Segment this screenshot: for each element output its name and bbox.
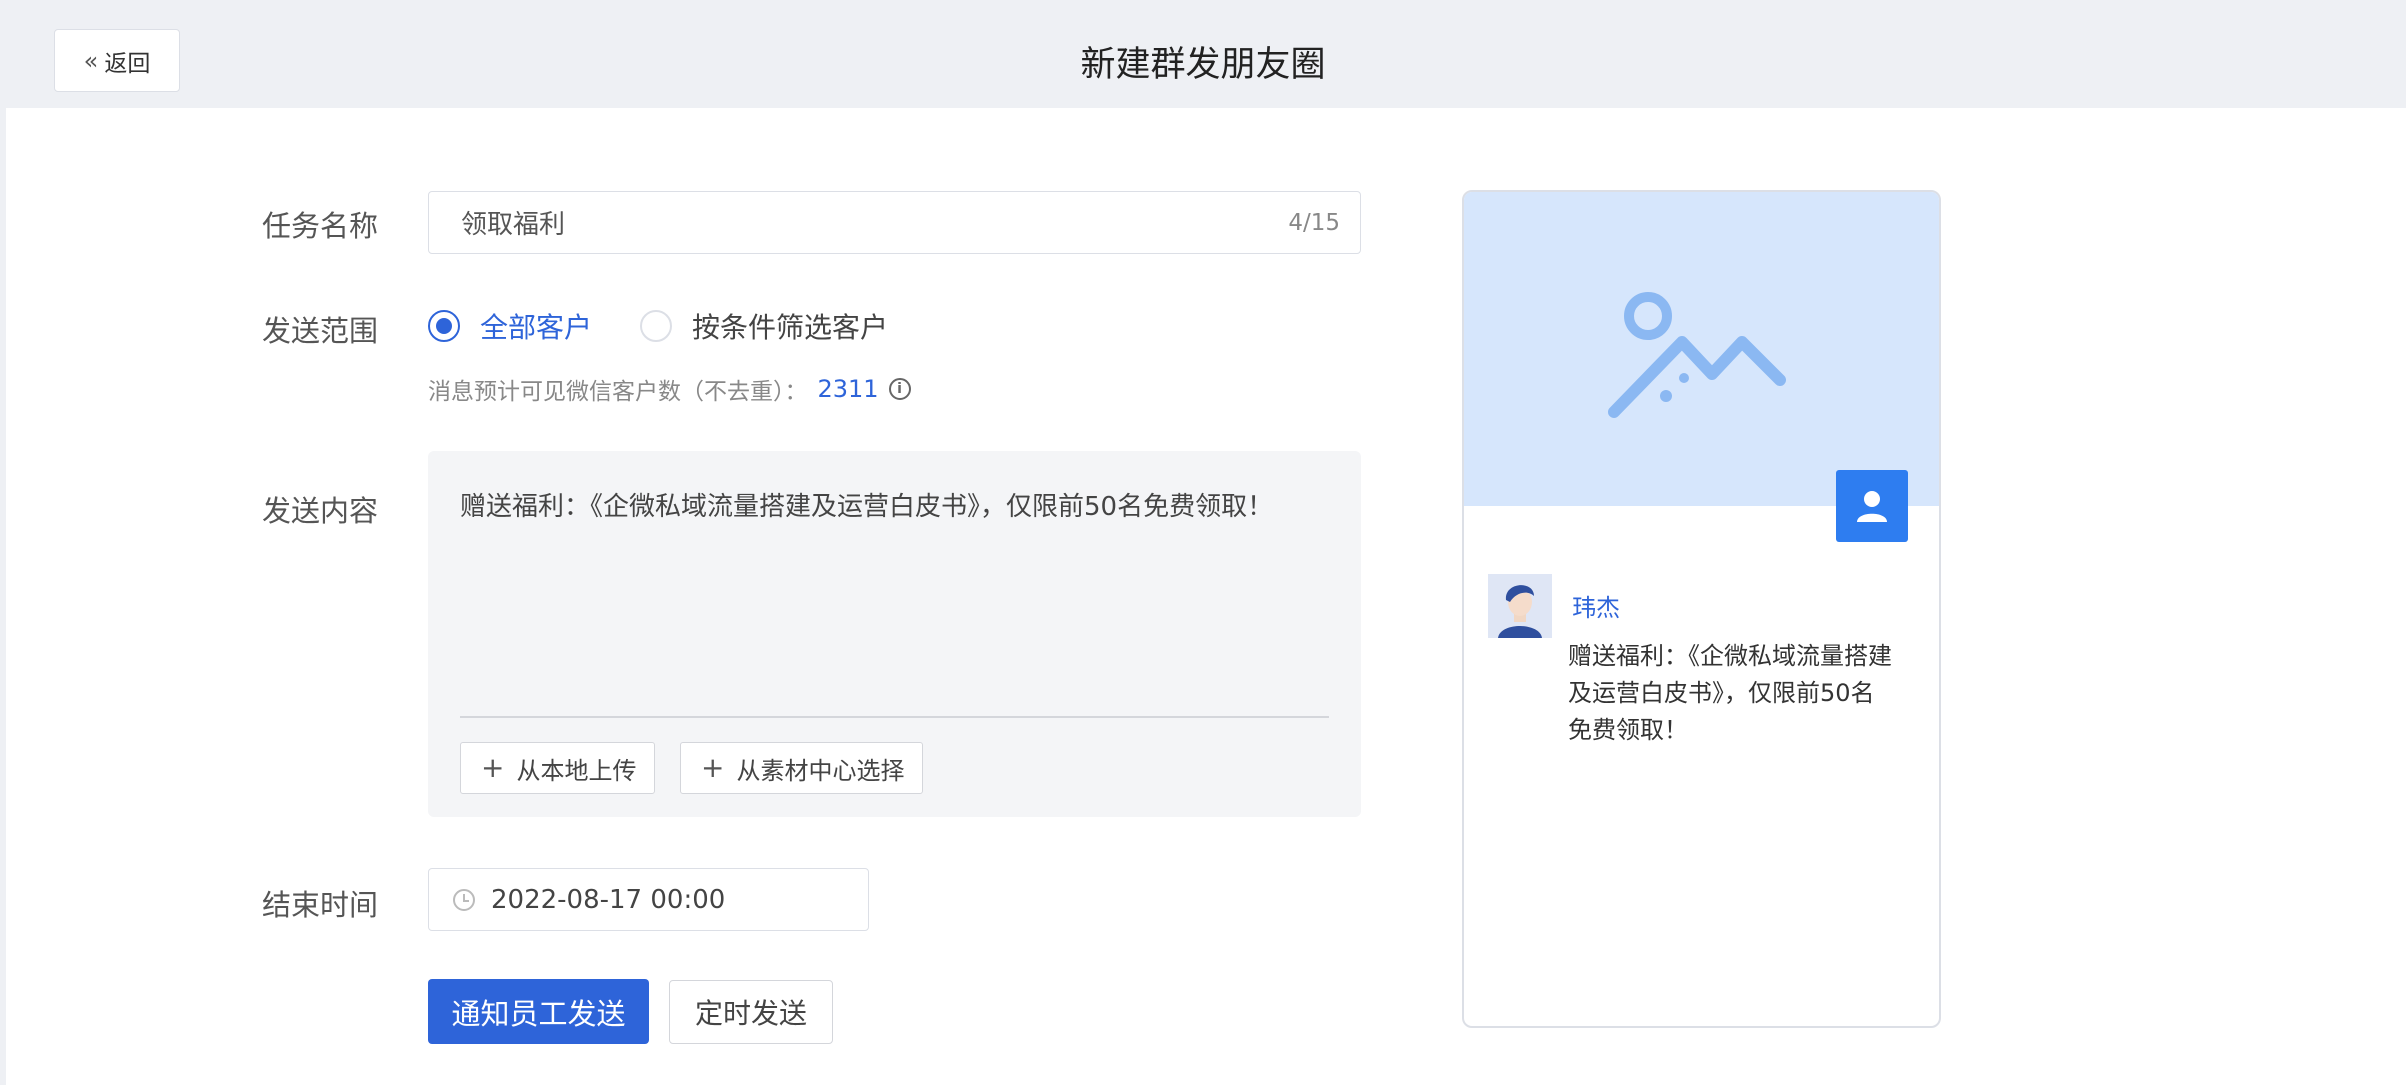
send-scope-radio-group: 全部客户 按条件筛选客户 <box>428 306 936 346</box>
radio-filter-customers[interactable]: 按条件筛选客户 <box>640 306 888 346</box>
upload-local-button[interactable]: + 从本地上传 <box>460 742 656 794</box>
send-content-label: 发送内容 <box>262 494 379 528</box>
task-name-value: 领取福利 <box>461 210 566 240</box>
page-title: 新建群发朋友圈 <box>1080 45 1326 85</box>
task-name-counter: 4/15 <box>1288 209 1340 236</box>
select-material-button[interactable]: + 从素材中心选择 <box>680 742 924 794</box>
cover-image-placeholder <box>1464 192 1939 506</box>
notify-staff-send-button[interactable]: 通知员工发送 <box>428 979 649 1044</box>
hint-count: 2311 <box>817 375 879 403</box>
task-name-label: 任务名称 <box>262 209 379 243</box>
image-placeholder-icon <box>1608 292 1786 418</box>
moments-preview: 玮杰 赠送福利：《企微私域流量搭建及运营白皮书》，仅限前50名免费领取！ <box>1462 190 1941 1028</box>
end-time-label: 结束时间 <box>262 888 379 922</box>
clock-icon <box>453 888 475 911</box>
radio-all-customers[interactable]: 全部客户 <box>428 306 592 346</box>
info-icon[interactable]: i <box>888 378 911 400</box>
radio-filter-customers-label: 按条件筛选客户 <box>692 311 889 344</box>
content-text[interactable]: 赠送福利：《企微私域流量搭建及运营白皮书》，仅限前50名免费领取！ <box>460 486 1273 523</box>
user-avatar-icon <box>1836 470 1908 542</box>
end-time-picker[interactable]: 2022-08-17 00:00 <box>428 868 869 931</box>
hint-text: 消息预计可见微信客户数（不去重）： <box>428 379 808 405</box>
task-name-input[interactable]: 领取福利 4/15 <box>428 191 1361 254</box>
content-editor[interactable]: 赠送福利：《企微私域流量搭建及运营白皮书》，仅限前50名免费领取！ + 从本地上… <box>428 451 1361 817</box>
scheduled-send-button[interactable]: 定时发送 <box>669 980 833 1044</box>
visible-customers-hint: 消息预计可见微信客户数（不去重）： 2311 i <box>428 372 911 406</box>
author-name: 玮杰 <box>1572 594 1620 622</box>
plus-icon: + <box>481 751 505 784</box>
radio-unchecked-icon <box>640 310 673 342</box>
send-scope-label: 发送范围 <box>262 314 379 348</box>
end-time-value: 2022-08-17 00:00 <box>491 884 726 915</box>
upload-local-label: 从本地上传 <box>516 756 637 785</box>
author-avatar <box>1488 574 1552 638</box>
header-bar: « 返回 新建群发朋友圈 <box>0 0 2406 108</box>
post-text: 赠送福利：《企微私域流量搭建及运营白皮书》，仅限前50名免费领取！ <box>1568 642 1892 744</box>
plus-icon: + <box>701 751 725 784</box>
radio-all-customers-label: 全部客户 <box>480 311 593 344</box>
content-divider <box>460 716 1329 718</box>
select-material-label: 从素材中心选择 <box>736 756 905 785</box>
radio-checked-icon <box>428 310 460 342</box>
